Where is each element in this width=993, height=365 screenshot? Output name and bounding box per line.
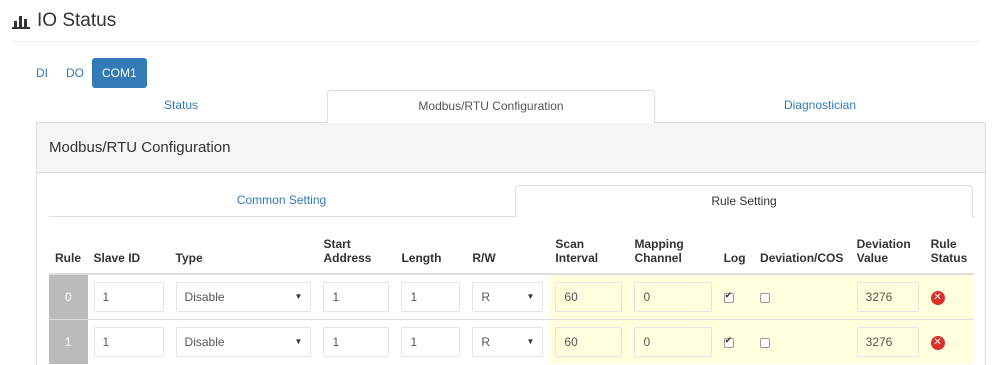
sub-tabs: Common Setting Rule Setting bbox=[49, 185, 974, 218]
error-icon: ✕ bbox=[930, 335, 945, 350]
col-mapping-channel: Mapping Channel bbox=[628, 230, 718, 275]
col-log: Log bbox=[717, 230, 755, 275]
col-length: Length bbox=[395, 230, 467, 275]
slave-id-input[interactable]: 1 bbox=[93, 326, 164, 357]
page-header: IO Status bbox=[12, 8, 981, 42]
col-scan-interval: Scan Interval bbox=[549, 230, 629, 275]
rw-select-value: R bbox=[481, 334, 491, 349]
col-slave-id: Slave ID bbox=[87, 230, 170, 275]
type-select-value: Disable bbox=[184, 289, 225, 304]
type-select[interactable]: Disable ▼ bbox=[175, 281, 312, 312]
col-start-address: Start Address bbox=[317, 230, 396, 275]
col-deviation-cos: Deviation/COS bbox=[754, 230, 851, 275]
caret-down-icon: ▼ bbox=[526, 336, 535, 346]
rw-select-value: R bbox=[481, 289, 491, 304]
length-input[interactable]: 1 bbox=[401, 326, 461, 357]
modbus-config-panel: Modbus/RTU Configuration Common Setting … bbox=[36, 123, 986, 365]
type-select-value: Disable bbox=[184, 334, 225, 349]
col-type: Type bbox=[169, 230, 318, 275]
table-row: 1 1 Disable▼ 1 1 R▼ 60 0 3276 ✕ bbox=[49, 318, 974, 364]
io-tab-di[interactable]: DI bbox=[28, 58, 58, 88]
page-title: IO Status bbox=[37, 10, 117, 31]
tab-diagnostician[interactable]: Diagnostician bbox=[656, 90, 984, 123]
deviation-value-input[interactable]: 3276 bbox=[856, 281, 919, 312]
col-rule-status: Rule Status bbox=[924, 230, 974, 275]
deviation-cos-checkbox[interactable] bbox=[760, 337, 771, 348]
slave-id-input[interactable]: 1 bbox=[93, 281, 164, 312]
deviation-cos-checkbox[interactable] bbox=[760, 292, 771, 303]
rule-number: 0 bbox=[49, 273, 88, 319]
start-address-input[interactable]: 1 bbox=[323, 326, 390, 357]
rule-table: Rule Slave ID Type Start Address Length R… bbox=[49, 230, 974, 364]
table-header-row: Rule Slave ID Type Start Address Length R… bbox=[49, 230, 974, 275]
type-select[interactable]: Disable ▼ bbox=[175, 326, 312, 357]
deviation-value-input[interactable]: 3276 bbox=[856, 326, 919, 357]
tab-rule-setting[interactable]: Rule Setting bbox=[515, 185, 973, 218]
col-deviation-value: Deviation Value bbox=[850, 230, 925, 275]
mapping-channel-input[interactable]: 0 bbox=[634, 281, 712, 312]
table-row: 0 1 Disable▼ 1 1 R▼ 60 0 3276 ✕ bbox=[49, 273, 974, 319]
io-tab-com1[interactable]: COM1 bbox=[92, 58, 147, 88]
panel-heading: Modbus/RTU Configuration bbox=[37, 123, 985, 173]
io-tabs: DI DO COM1 bbox=[28, 58, 147, 88]
rw-select[interactable]: R ▼ bbox=[472, 326, 544, 357]
col-rule: Rule bbox=[49, 230, 88, 275]
log-checkbox[interactable] bbox=[723, 336, 734, 348]
scan-interval-input[interactable]: 60 bbox=[555, 326, 623, 357]
mapping-channel-input[interactable]: 0 bbox=[634, 326, 712, 357]
tab-common-setting[interactable]: Common Setting bbox=[49, 185, 514, 217]
caret-down-icon: ▼ bbox=[294, 291, 303, 301]
caret-down-icon: ▼ bbox=[526, 291, 535, 301]
tab-modbus-rtu-configuration[interactable]: Modbus/RTU Configuration bbox=[327, 90, 655, 124]
log-checkbox[interactable] bbox=[723, 291, 734, 303]
col-rw: R/W bbox=[466, 230, 550, 275]
error-icon: ✕ bbox=[930, 290, 945, 305]
scan-interval-input[interactable]: 60 bbox=[555, 281, 623, 312]
tab-status[interactable]: Status bbox=[36, 90, 326, 123]
rule-number: 1 bbox=[49, 318, 88, 364]
rw-select[interactable]: R ▼ bbox=[472, 281, 544, 312]
io-tab-do[interactable]: DO bbox=[58, 58, 92, 88]
bar-chart-icon bbox=[12, 13, 32, 29]
start-address-input[interactable]: 1 bbox=[323, 281, 390, 312]
caret-down-icon: ▼ bbox=[294, 336, 303, 346]
length-input[interactable]: 1 bbox=[401, 281, 461, 312]
main-tabs: Status Modbus/RTU Configuration Diagnost… bbox=[36, 90, 986, 124]
